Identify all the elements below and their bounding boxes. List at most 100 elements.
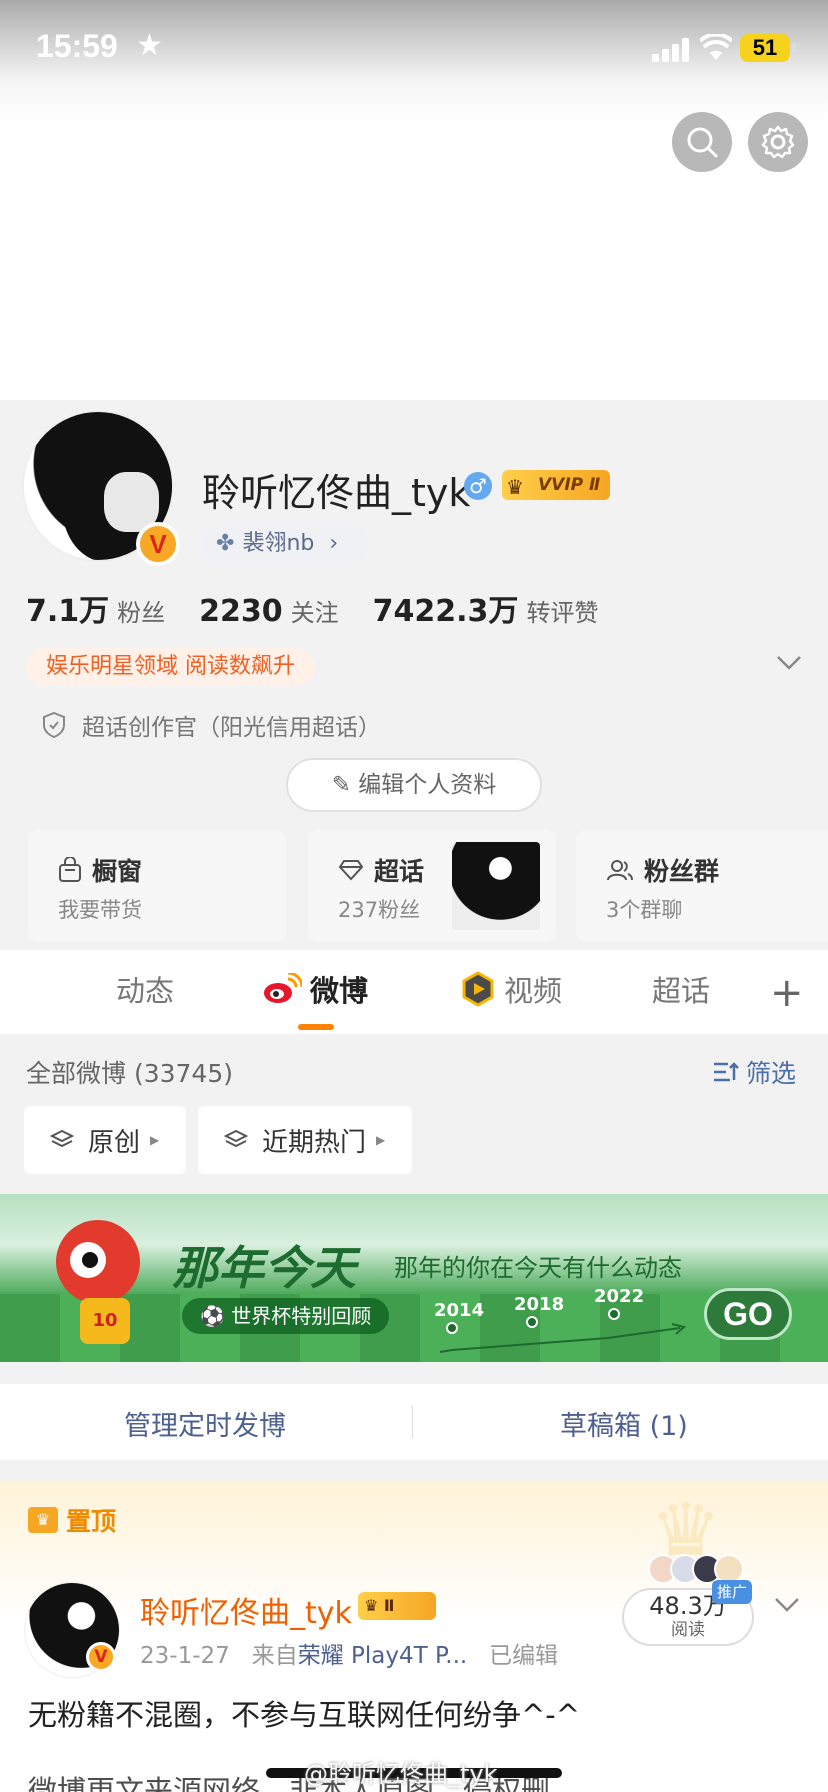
- creator-badge[interactable]: 超话创作官（阳光信用超话）: [42, 708, 381, 742]
- settings-button[interactable]: [748, 112, 808, 172]
- divider: [412, 1406, 413, 1438]
- post-meta: 23-1-27 来自荣耀 Play4T P... 已编辑: [140, 1636, 558, 1670]
- pinned-post[interactable]: ♛ ♛ 置顶 V 聆听忆佟曲_tyk ♛ Ⅱ 23-1-27 来自荣耀 Play…: [0, 1482, 828, 1792]
- tab-label: 视频: [504, 974, 563, 1008]
- vip-badge[interactable]: ♛ VVIP Ⅱ: [502, 470, 610, 500]
- vip-badge: ♛ Ⅱ: [358, 1592, 436, 1620]
- go-button[interactable]: GO: [704, 1288, 792, 1340]
- promo-badge[interactable]: 娱乐明星领域 阅读数飙升: [26, 648, 315, 686]
- all-posts-count: 全部微博 (33745): [26, 1059, 233, 1088]
- pinned-text: 置顶: [66, 1507, 117, 1536]
- card-subtitle: 我要带货: [58, 898, 142, 922]
- pinned-label: ♛ 置顶: [28, 1502, 116, 1538]
- chip-recent-hot[interactable]: 近期热门 ▶: [198, 1106, 412, 1174]
- post-from: 来自: [251, 1643, 298, 1669]
- layers-icon: [50, 1129, 74, 1148]
- profile-tag[interactable]: ✤ 裴翎nb ›: [202, 524, 370, 564]
- chevron-right-icon: ›: [329, 531, 339, 556]
- chevron-down-icon[interactable]: [776, 654, 802, 672]
- post-text: 无粉籍不混圈，不参与互联网任何纷争^-^: [28, 1698, 581, 1732]
- profile-username: 聆听忆佟曲_tyk: [202, 471, 471, 515]
- reads-label: 阅读: [671, 1620, 705, 1640]
- tab-video[interactable]: 视频: [460, 968, 562, 1010]
- timeline-dot: [526, 1316, 538, 1328]
- tab-label: 微博: [310, 974, 369, 1008]
- crown-icon: ♛: [506, 475, 524, 499]
- filter-button[interactable]: 筛选: [712, 1054, 796, 1090]
- card-fan-group[interactable]: 粉丝群 3个群聊: [576, 830, 828, 942]
- gear-icon: [761, 125, 795, 159]
- tab-weibo[interactable]: 微博: [262, 968, 368, 1010]
- add-tab-icon[interactable]: +: [770, 970, 804, 1016]
- vip-level: Ⅱ: [383, 1596, 395, 1615]
- banner-pill: ⚽ 世界杯特别回顾: [182, 1298, 390, 1334]
- group-icon: [607, 860, 633, 881]
- back-icon[interactable]: [22, 118, 48, 162]
- following-count[interactable]: 2230: [199, 594, 283, 629]
- tab-active-indicator: [298, 1024, 334, 1030]
- caret-right-icon: ▶: [376, 1133, 386, 1147]
- tab-label: 超话: [652, 974, 711, 1008]
- male-icon: ♂: [464, 472, 492, 500]
- post-date: 23-1-27: [140, 1643, 230, 1669]
- banner-subtitle: 那年的你在今天有什么动态: [394, 1254, 682, 1282]
- supertopic-thumbnail: [452, 842, 540, 930]
- profile-header: 15:59 ★ 51: [0, 0, 828, 400]
- profile-stats: 7.1万 粉丝 2230 关注 7422.3万 转评赞: [26, 586, 632, 629]
- post-author[interactable]: 聆听忆佟曲_tyk: [140, 1588, 352, 1632]
- weibo-icon: [264, 973, 302, 1003]
- edit-profile-label: 编辑个人资料: [358, 772, 497, 798]
- likes-label: 转评赞: [526, 599, 599, 627]
- search-icon: [687, 127, 718, 158]
- chevron-down-icon[interactable]: [774, 1596, 800, 1614]
- card-title: 橱窗: [92, 857, 143, 886]
- filter-icon: [714, 1062, 739, 1082]
- on-this-day-banner[interactable]: 10 那年今天 那年的你在今天有什么动态 ⚽ 世界杯特别回顾 2014 2018…: [0, 1194, 828, 1362]
- post-source[interactable]: 荣耀 Play4T P...: [298, 1643, 468, 1669]
- verified-badge: V: [136, 522, 180, 566]
- status-bar: 15:59 ★ 51: [0, 26, 828, 72]
- card-supertopic[interactable]: 超话 237粉丝: [308, 830, 556, 942]
- followers-count[interactable]: 7.1万: [26, 586, 109, 630]
- search-button[interactable]: [672, 112, 732, 172]
- card-subtitle: 237粉丝: [338, 898, 421, 922]
- clover-icon: ✤: [216, 531, 235, 556]
- creator-label: 超话创作官（阳光信用超话）: [82, 715, 381, 741]
- star-icon: ★: [136, 28, 163, 63]
- timeline-dot: [446, 1322, 458, 1334]
- chip-original[interactable]: 原创 ▶: [24, 1106, 186, 1174]
- shield-icon: [43, 711, 65, 739]
- pencil-icon: ✎: [331, 772, 359, 798]
- likes-count[interactable]: 7422.3万: [373, 586, 519, 630]
- status-time: 15:59: [36, 28, 118, 64]
- wifi-icon: [700, 34, 732, 60]
- timeline-year: 2014: [434, 1300, 485, 1321]
- vip-label: VVIP Ⅱ: [538, 475, 601, 495]
- card-showcase[interactable]: 橱窗 我要带货: [28, 830, 286, 942]
- scheduled-posts-link[interactable]: 管理定时发博: [124, 1404, 286, 1443]
- watermark: @聆听忆佟曲_tyk: [304, 1760, 498, 1788]
- filter-label: 筛选: [746, 1059, 797, 1088]
- followers-label: 粉丝: [117, 599, 166, 627]
- timeline-year: 2018: [514, 1294, 565, 1315]
- post-edited: 已编辑: [489, 1643, 559, 1669]
- drafts-link[interactable]: 草稿箱 (1): [560, 1404, 688, 1443]
- verified-badge: V: [86, 1642, 116, 1672]
- jersey-number: 10: [80, 1298, 130, 1344]
- banner-title: 那年今天: [172, 1241, 356, 1295]
- profile-tabs: 动态 微博 视频 超话 +: [0, 950, 828, 1034]
- battery-icon: 51: [740, 34, 796, 62]
- edit-profile-button[interactable]: ✎ 编辑个人资料: [286, 758, 542, 812]
- timeline-line: [440, 1323, 687, 1353]
- bag-icon: [59, 857, 81, 882]
- following-label: 关注: [290, 599, 339, 627]
- crown-icon: ♛: [28, 1507, 58, 1533]
- promote-tag[interactable]: 推广: [712, 1580, 752, 1604]
- tab-supertopic[interactable]: 超话: [652, 968, 710, 1010]
- video-icon: [462, 971, 494, 1007]
- layers-icon: [224, 1129, 248, 1148]
- tab-dynamics[interactable]: 动态: [116, 968, 174, 1010]
- tab-label: 动态: [116, 974, 175, 1008]
- mascot-image: [56, 1220, 140, 1304]
- signal-icon: [652, 38, 692, 62]
